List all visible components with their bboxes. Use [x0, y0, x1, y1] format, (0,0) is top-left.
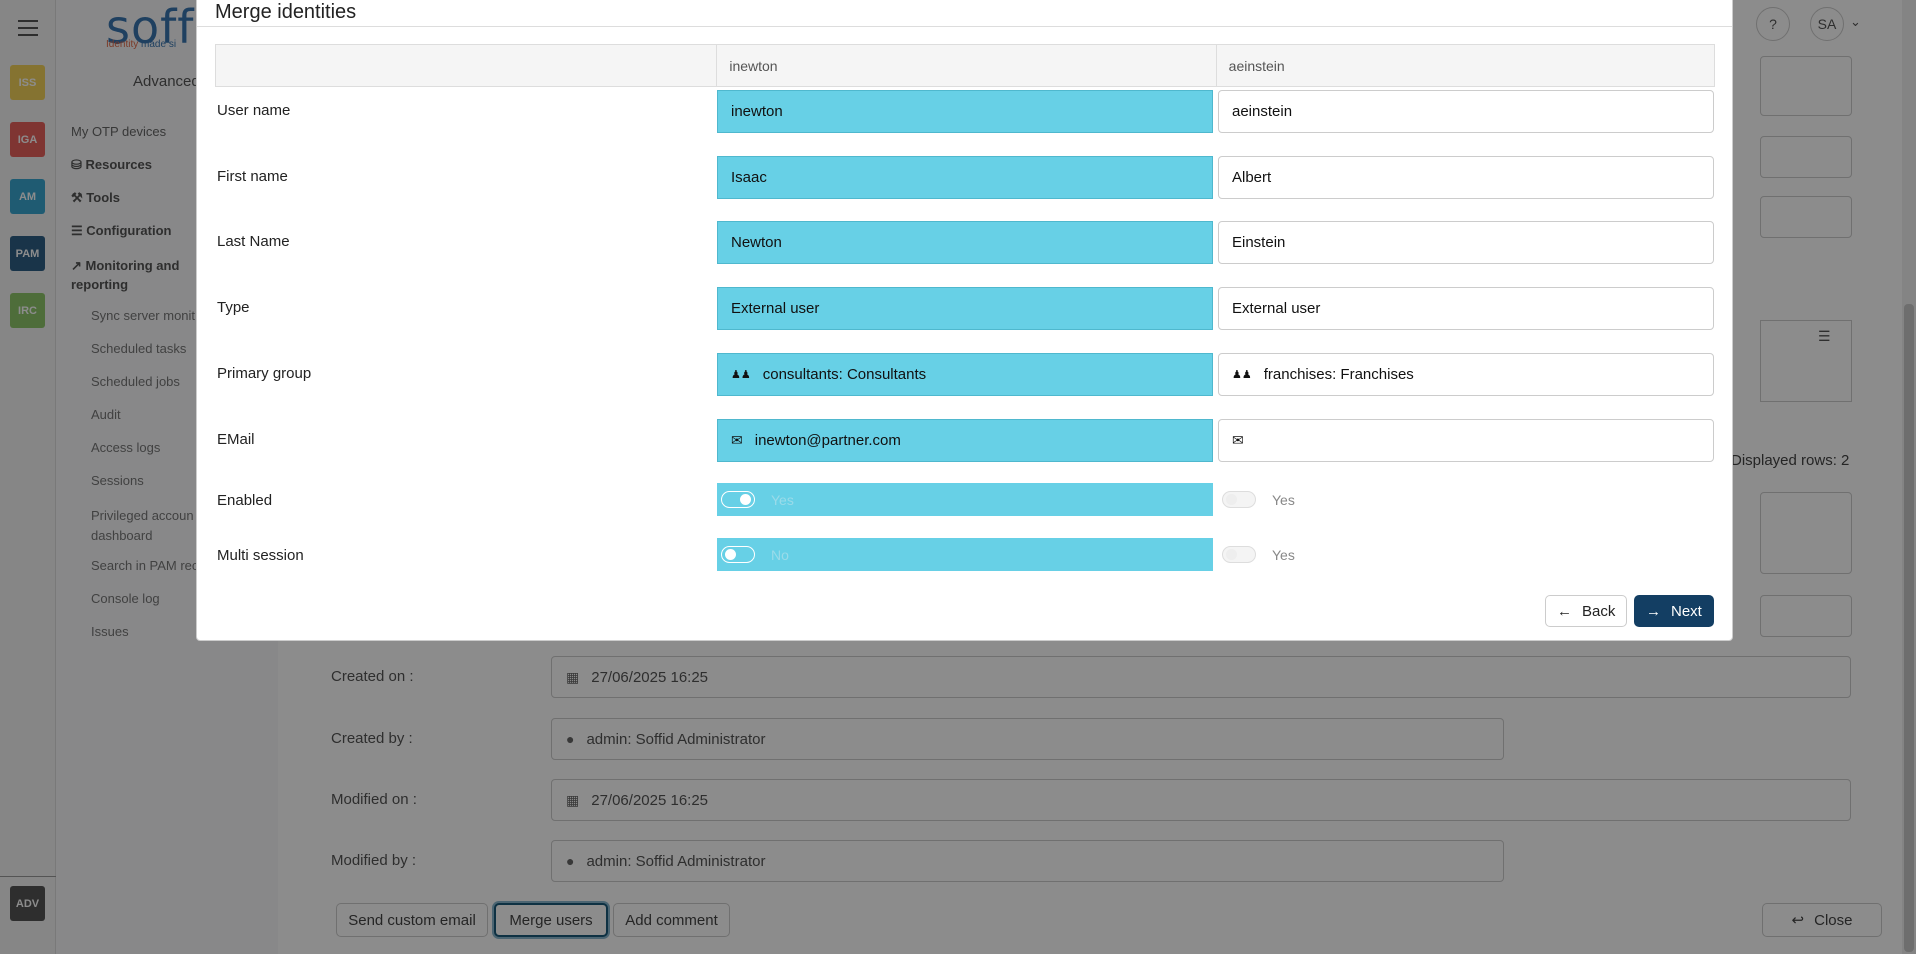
- mail-icon: ✉: [731, 432, 743, 448]
- toggle-text: Yes: [1272, 546, 1295, 563]
- merge-value-selected[interactable]: Isaac: [717, 156, 1213, 199]
- toggle-text: Yes: [771, 491, 794, 508]
- merge-field-label: EMail: [217, 431, 255, 448]
- merge-value-alternative[interactable]: ✉: [1218, 419, 1714, 462]
- merge-field-label: Primary group: [217, 365, 312, 382]
- merge-value-text: Albert: [1232, 169, 1272, 186]
- merge-value-alternative[interactable]: Einstein: [1218, 221, 1714, 264]
- toggle-switch[interactable]: [721, 491, 755, 508]
- merge-value-selected[interactable]: External user: [717, 287, 1213, 330]
- divider: [197, 26, 1732, 27]
- toggle-text: No: [771, 546, 789, 563]
- merge-value-text: Isaac: [731, 169, 767, 186]
- merge-value-alternative[interactable]: Yes: [1218, 538, 1714, 571]
- arrow-left-icon: ←: [1557, 602, 1572, 620]
- toggle-text: Yes: [1272, 491, 1295, 508]
- merge-value-text: inewton: [731, 103, 783, 120]
- merge-value-selected[interactable]: inewton: [717, 90, 1213, 133]
- group-icon: ♟♟: [731, 369, 751, 381]
- group-icon: ♟♟: [1232, 369, 1252, 381]
- merge-value-text: inewton@partner.com: [754, 432, 901, 449]
- dialog-title: Merge identities: [215, 1, 357, 23]
- merge-field-label: Last Name: [217, 233, 290, 250]
- back-button[interactable]: ← Back: [1545, 595, 1628, 627]
- toggle-switch[interactable]: [1222, 546, 1256, 563]
- merge-value-text: consultants: Consultants: [762, 366, 927, 383]
- merge-value-text: External user: [1232, 300, 1321, 317]
- mail-icon: ✉: [1232, 432, 1244, 448]
- merge-value-selected[interactable]: Yes: [717, 483, 1213, 516]
- merge-field-label: Enabled: [217, 492, 273, 509]
- column-header-field: [216, 45, 718, 86]
- merge-value-selected[interactable]: ♟♟ consultants: Consultants: [717, 353, 1213, 396]
- merge-field-label: Multi session: [217, 547, 304, 564]
- merge-value-text: Einstein: [1232, 234, 1286, 251]
- column-header-aeinstein: aeinstein: [1228, 57, 1285, 74]
- merge-value-selected[interactable]: Newton: [717, 221, 1213, 264]
- merge-field-label: Type: [217, 299, 250, 316]
- column-header-inewton: inewton: [717, 45, 1217, 86]
- merge-field-label: First name: [217, 168, 288, 185]
- toggle-switch[interactable]: [721, 546, 755, 563]
- merge-value-alternative[interactable]: ♟♟ franchises: Franchises: [1218, 353, 1714, 396]
- merge-value-alternative[interactable]: aeinstein: [1218, 90, 1714, 133]
- merge-value-selected[interactable]: ✉ inewton@partner.com: [717, 419, 1213, 462]
- merge-value-text: External user: [731, 300, 820, 317]
- merge-value-alternative[interactable]: External user: [1218, 287, 1714, 330]
- merge-value-text: franchises: Franchises: [1263, 366, 1414, 383]
- merge-grid-header: inewton aeinstein: [215, 44, 1715, 87]
- merge-field-label: User name: [217, 102, 291, 119]
- merge-value-text: aeinstein: [1232, 103, 1293, 120]
- arrow-right-icon: →: [1646, 602, 1661, 620]
- merge-value-selected[interactable]: No: [717, 538, 1213, 571]
- merge-value-text: Newton: [731, 234, 782, 251]
- next-button[interactable]: → Next: [1634, 595, 1714, 627]
- merge-value-alternative[interactable]: Albert: [1218, 156, 1714, 199]
- merge-value-alternative[interactable]: Yes: [1218, 483, 1714, 516]
- toggle-switch[interactable]: [1222, 491, 1256, 508]
- merge-identities-dialog: Merge identities inewton aeinstein User …: [196, 0, 1733, 641]
